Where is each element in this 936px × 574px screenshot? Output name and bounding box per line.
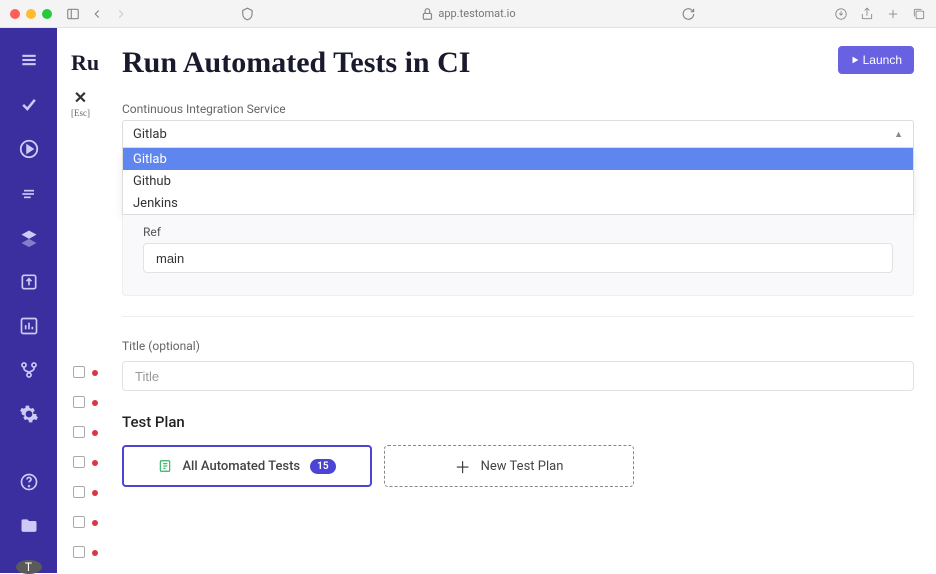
checklist-icon bbox=[158, 459, 172, 473]
help-icon[interactable] bbox=[19, 472, 39, 492]
downloads-icon[interactable] bbox=[834, 7, 848, 21]
minimize-window[interactable] bbox=[26, 9, 36, 19]
play-icon bbox=[850, 55, 860, 65]
close-icon: ✕ bbox=[71, 88, 90, 108]
close-label: [Esc] bbox=[71, 108, 90, 118]
plus-icon: ＋ bbox=[455, 454, 471, 478]
window-controls bbox=[10, 9, 52, 19]
list-checkbox[interactable] bbox=[73, 546, 85, 558]
plan-label: New Test Plan bbox=[481, 459, 564, 474]
folder-icon[interactable] bbox=[19, 516, 39, 536]
layers-icon[interactable] bbox=[19, 228, 39, 248]
branch-icon[interactable] bbox=[19, 360, 39, 380]
close-window[interactable] bbox=[10, 9, 20, 19]
import-icon[interactable] bbox=[19, 272, 39, 292]
background-list-column: Ru ✕ [Esc] bbox=[57, 28, 100, 573]
settings-icon[interactable] bbox=[19, 404, 39, 424]
status-dot bbox=[92, 490, 98, 496]
address-bar[interactable]: app.testomat.io bbox=[420, 7, 515, 21]
status-dot bbox=[92, 460, 98, 466]
menu-icon[interactable] bbox=[19, 50, 39, 70]
status-dot bbox=[92, 400, 98, 406]
ci-service-dropdown: Gitlab Github Jenkins bbox=[122, 148, 914, 215]
ci-service-label: Continuous Integration Service bbox=[122, 102, 914, 116]
plan-count-badge: 15 bbox=[310, 459, 335, 474]
browser-chrome: app.testomat.io bbox=[0, 0, 936, 28]
maximize-window[interactable] bbox=[42, 9, 52, 19]
plan-label: All Automated Tests bbox=[182, 459, 300, 474]
toggle-sidebar-icon[interactable] bbox=[66, 7, 80, 21]
list-checkbox[interactable] bbox=[73, 366, 85, 378]
title-input[interactable] bbox=[122, 361, 914, 391]
app-sidebar: T bbox=[0, 28, 57, 573]
back-icon[interactable] bbox=[90, 7, 104, 21]
play-icon[interactable] bbox=[18, 138, 40, 160]
background-title: Ru bbox=[57, 50, 100, 76]
launch-button[interactable]: Launch bbox=[838, 46, 914, 74]
list-checkbox[interactable] bbox=[73, 396, 85, 408]
status-dot bbox=[92, 550, 98, 556]
divider bbox=[122, 316, 914, 317]
list-checkbox[interactable] bbox=[73, 456, 85, 468]
reload-icon[interactable] bbox=[682, 7, 696, 21]
test-plan-heading: Test Plan bbox=[122, 413, 914, 431]
background-checkboxes bbox=[73, 366, 85, 558]
ref-input[interactable] bbox=[143, 243, 893, 273]
shield-icon bbox=[240, 7, 254, 21]
caret-up-icon: ▲ bbox=[894, 129, 903, 140]
address-text: app.testomat.io bbox=[438, 7, 515, 20]
close-panel[interactable]: ✕ [Esc] bbox=[71, 88, 90, 118]
ci-option-gitlab[interactable]: Gitlab bbox=[123, 148, 913, 170]
ref-block: Ref bbox=[122, 215, 914, 296]
ref-label: Ref bbox=[143, 225, 893, 239]
plan-all-automated[interactable]: All Automated Tests 15 bbox=[122, 445, 372, 487]
status-dot bbox=[92, 430, 98, 436]
tabs-icon[interactable] bbox=[912, 7, 926, 21]
share-icon[interactable] bbox=[860, 7, 874, 21]
list-checkbox[interactable] bbox=[73, 516, 85, 528]
title-label: Title (optional) bbox=[122, 339, 914, 353]
plan-new[interactable]: ＋ New Test Plan bbox=[384, 445, 634, 487]
new-tab-icon[interactable] bbox=[886, 7, 900, 21]
run-ci-panel: Run Automated Tests in CI Launch Continu… bbox=[100, 28, 936, 573]
list-checkbox[interactable] bbox=[73, 426, 85, 438]
page-title: Run Automated Tests in CI bbox=[122, 46, 470, 80]
status-dot bbox=[92, 520, 98, 526]
list-checkbox[interactable] bbox=[73, 486, 85, 498]
lock-icon bbox=[420, 7, 434, 21]
ci-option-github[interactable]: Github bbox=[123, 170, 913, 192]
ci-selected-value: Gitlab bbox=[133, 127, 167, 142]
list-icon[interactable] bbox=[19, 184, 39, 204]
ci-service-select[interactable]: Gitlab ▲ bbox=[122, 120, 914, 148]
status-dot bbox=[92, 370, 98, 376]
forward-icon[interactable] bbox=[114, 7, 128, 21]
check-icon[interactable] bbox=[19, 94, 39, 114]
ci-option-jenkins[interactable]: Jenkins bbox=[123, 192, 913, 214]
user-avatar[interactable]: T bbox=[16, 560, 42, 574]
chart-icon[interactable] bbox=[19, 316, 39, 336]
